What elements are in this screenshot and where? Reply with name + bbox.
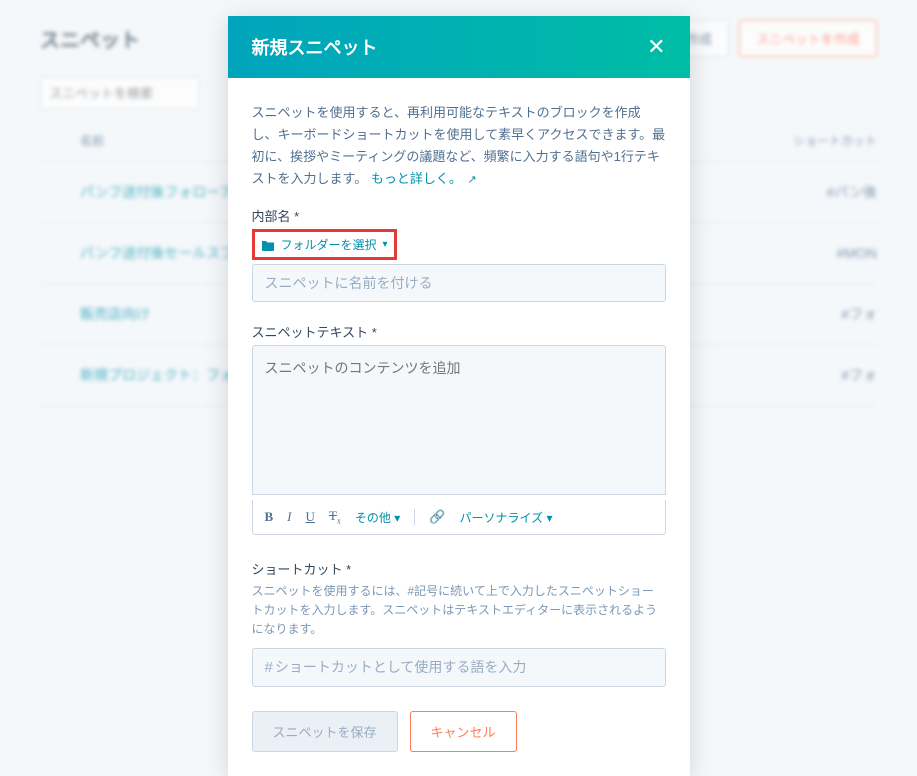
shortcut-label: ショートカット * bbox=[252, 559, 666, 578]
close-icon[interactable]: ✕ bbox=[647, 36, 665, 58]
name-label: 内部名 * bbox=[252, 206, 666, 225]
cancel-button[interactable]: キャンセル bbox=[410, 711, 517, 752]
modal-description: スニペットを使用すると、再利用可能なテキストのブロックを作成し、キーボードショー… bbox=[252, 102, 666, 190]
save-button[interactable]: スニペットを保存 bbox=[252, 711, 398, 752]
clear-format-button[interactable]: Tx bbox=[329, 508, 341, 526]
folder-icon bbox=[261, 239, 275, 251]
learn-more-link[interactable]: もっと詳しく。 ↗ bbox=[371, 171, 477, 186]
shortcut-help-text: スニペットを使用するには、#記号に続いて上で入力したスニペットショートカットを入… bbox=[252, 582, 666, 640]
hash-prefix: # bbox=[265, 659, 273, 676]
underline-button[interactable]: U bbox=[306, 509, 315, 525]
modal-overlay: 新規スニペット ✕ スニペットを使用すると、再利用可能なテキストのブロックを作成… bbox=[0, 0, 917, 656]
chevron-down-icon: ▾ bbox=[383, 239, 388, 250]
folder-selector[interactable]: フォルダーを選択 ▾ bbox=[252, 229, 397, 260]
toolbar-divider bbox=[414, 509, 415, 525]
editor-toolbar: B I U Tx その他 ▾ 🔗 パーソナライズ ▾ bbox=[252, 500, 666, 535]
more-format-dropdown[interactable]: その他 ▾ bbox=[355, 509, 400, 526]
italic-button[interactable]: I bbox=[287, 509, 291, 525]
external-link-icon: ↗ bbox=[467, 171, 476, 190]
modal-title: 新規スニペット bbox=[252, 34, 378, 60]
link-button[interactable]: 🔗 bbox=[429, 509, 445, 525]
chevron-down-icon: ▾ bbox=[546, 511, 552, 525]
shortcut-input[interactable] bbox=[275, 659, 653, 675]
shortcut-input-wrap[interactable]: # bbox=[252, 648, 666, 687]
modal-footer: スニペットを保存 キャンセル bbox=[252, 711, 666, 752]
snippet-name-input[interactable] bbox=[252, 264, 666, 302]
modal-header: 新規スニペット ✕ bbox=[228, 16, 690, 78]
new-snippet-modal: 新規スニペット ✕ スニペットを使用すると、再利用可能なテキストのブロックを作成… bbox=[228, 16, 690, 776]
bold-button[interactable]: B bbox=[265, 509, 274, 525]
personalize-dropdown[interactable]: パーソナライズ ▾ bbox=[459, 509, 552, 526]
chevron-down-icon: ▾ bbox=[394, 511, 400, 525]
snippet-content-editor[interactable] bbox=[252, 345, 666, 495]
text-label: スニペットテキスト * bbox=[252, 322, 666, 341]
